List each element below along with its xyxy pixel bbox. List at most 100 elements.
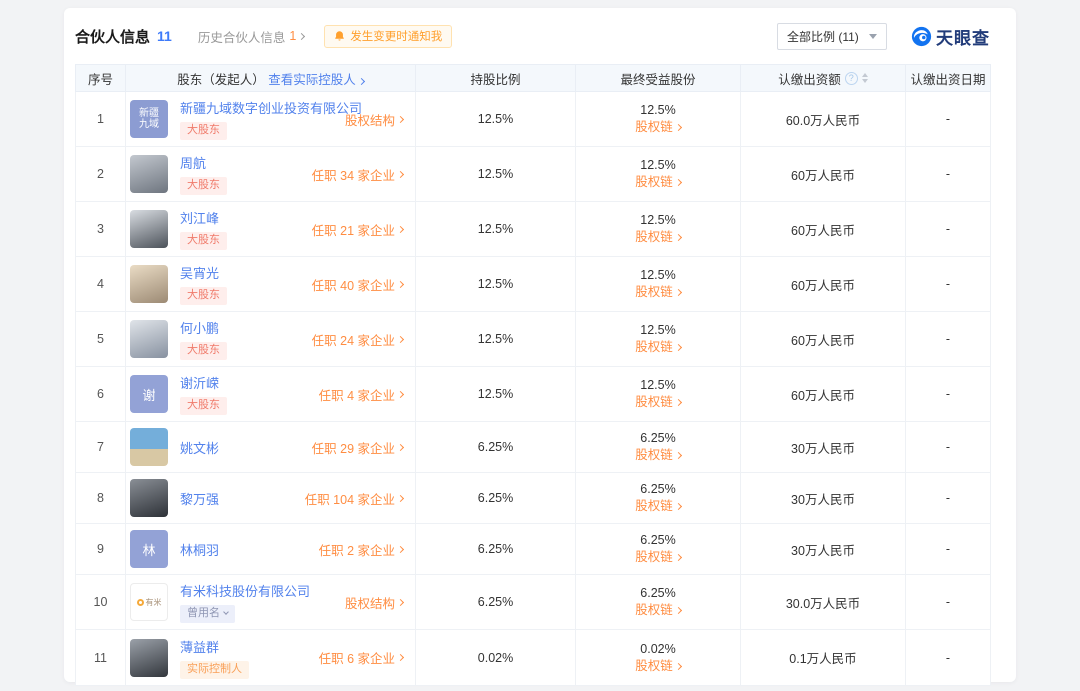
shareholder-name-link[interactable]: 吴宵光 bbox=[180, 263, 219, 282]
row-index: 6 bbox=[76, 367, 126, 422]
shareholder-name-link[interactable]: 刘江峰 bbox=[180, 208, 219, 227]
benefit-value: 6.25% bbox=[576, 585, 740, 602]
row-action-link[interactable]: 任职 29 家企业 bbox=[312, 438, 405, 457]
equity-chain-link[interactable]: 股权链 bbox=[635, 394, 681, 411]
table-row: 5 何小鹏 大股东 任职 24 家企业 12.5% 12.5% 股权链 60万人… bbox=[76, 312, 991, 367]
ratio-value: 6.25% bbox=[416, 575, 576, 630]
equity-chain-link[interactable]: 股权链 bbox=[635, 119, 681, 136]
avatar[interactable] bbox=[130, 155, 168, 193]
amount-value: 30万人民币 bbox=[741, 473, 906, 524]
row-index: 1 bbox=[76, 92, 126, 147]
shareholder-tag: 大股东 bbox=[180, 287, 227, 305]
amount-value: 30万人民币 bbox=[741, 422, 906, 473]
row-action-link[interactable]: 任职 104 家企业 bbox=[305, 489, 405, 508]
avatar[interactable] bbox=[130, 320, 168, 358]
row-action-link[interactable]: 股权结构 bbox=[345, 593, 405, 612]
row-action-link[interactable]: 任职 40 家企业 bbox=[312, 275, 405, 294]
table-row: 3 刘江峰 大股东 任职 21 家企业 12.5% 12.5% 股权链 60万人… bbox=[76, 202, 991, 257]
avatar[interactable]: 有米 bbox=[130, 583, 168, 621]
row-action-link[interactable]: 任职 6 家企业 bbox=[319, 648, 405, 667]
shareholder-name-link[interactable]: 何小鹏 bbox=[180, 318, 219, 337]
equity-chain-link[interactable]: 股权链 bbox=[635, 602, 681, 619]
equity-chain-link[interactable]: 股权链 bbox=[635, 498, 681, 515]
shareholder-header-label: 股东（发起人） bbox=[177, 73, 265, 87]
shareholder-name-link[interactable]: 谢沂嵘 bbox=[180, 373, 219, 392]
shareholder-name-link[interactable]: 林桐羽 bbox=[180, 540, 219, 559]
amount-value: 0.1万人民币 bbox=[741, 630, 906, 686]
amount-header-label: 认缴出资额 bbox=[778, 69, 841, 88]
avatar[interactable] bbox=[130, 265, 168, 303]
avatar[interactable] bbox=[130, 210, 168, 248]
row-action-link[interactable]: 任职 34 家企业 bbox=[312, 165, 405, 184]
row-index: 4 bbox=[76, 257, 126, 312]
row-index: 11 bbox=[76, 630, 126, 686]
date-value: - bbox=[906, 367, 991, 422]
row-action-link[interactable]: 任职 4 家企业 bbox=[319, 385, 405, 404]
shareholder-tag: 曾用名 bbox=[180, 605, 235, 623]
equity-chain-link[interactable]: 股权链 bbox=[635, 447, 681, 464]
equity-chain-link[interactable]: 股权链 bbox=[635, 174, 681, 191]
equity-chain-link[interactable]: 股权链 bbox=[635, 658, 681, 675]
notify-on-change-button[interactable]: 发生变更时通知我 bbox=[324, 25, 452, 48]
chevron-right-icon bbox=[397, 545, 404, 552]
row-index: 9 bbox=[76, 524, 126, 575]
ratio-value: 12.5% bbox=[416, 367, 576, 422]
ratio-value: 12.5% bbox=[416, 92, 576, 147]
avatar[interactable]: 林 bbox=[130, 530, 168, 568]
amount-value: 60万人民币 bbox=[741, 312, 906, 367]
partners-panel: 合伙人信息 11 历史合伙人信息 1 发生变更时通知我 全部比例 (11) 天眼… bbox=[64, 8, 1016, 682]
shareholder-name-link[interactable]: 有米科技股份有限公司 bbox=[180, 581, 310, 600]
benefit-cell: 12.5% 股权链 bbox=[576, 257, 741, 312]
benefit-cell: 12.5% 股权链 bbox=[576, 312, 741, 367]
table-row: 11 薄益群 实际控制人 任职 6 家企业 0.02% 0.02% 股权链 0.… bbox=[76, 630, 991, 686]
avatar[interactable] bbox=[130, 479, 168, 517]
benefit-cell: 6.25% 股权链 bbox=[576, 524, 741, 575]
equity-chain-link[interactable]: 股权链 bbox=[635, 339, 681, 356]
avatar[interactable] bbox=[130, 639, 168, 677]
shareholder-name-link[interactable]: 薄益群 bbox=[180, 637, 219, 656]
col-header-shareholder: 股东（发起人） 查看实际控股人 bbox=[126, 65, 416, 92]
chevron-right-icon bbox=[397, 443, 404, 450]
shareholder-name-link[interactable]: 姚文彬 bbox=[180, 438, 219, 457]
col-header-amount: 认缴出资额 ? bbox=[741, 65, 906, 92]
ratio-filter-dropdown[interactable]: 全部比例 (11) bbox=[777, 23, 887, 50]
avatar[interactable] bbox=[130, 428, 168, 466]
chevron-right-icon bbox=[397, 335, 404, 342]
row-action-link[interactable]: 任职 21 家企业 bbox=[312, 220, 405, 239]
equity-chain-link[interactable]: 股权链 bbox=[635, 284, 681, 301]
benefit-value: 12.5% bbox=[576, 212, 740, 229]
sort-control[interactable] bbox=[862, 73, 868, 83]
youmi-logo-icon bbox=[137, 599, 144, 606]
shareholder-name-link[interactable]: 黎万强 bbox=[180, 489, 219, 508]
benefit-value: 12.5% bbox=[576, 322, 740, 339]
row-action-link[interactable]: 任职 2 家企业 bbox=[319, 540, 405, 559]
col-header-date: 认缴出资日期 bbox=[906, 65, 991, 92]
chevron-right-icon bbox=[675, 179, 682, 186]
benefit-value: 6.25% bbox=[576, 430, 740, 447]
date-value: - bbox=[906, 630, 991, 686]
shareholder-name-link[interactable]: 周航 bbox=[180, 153, 206, 172]
amount-value: 60.0万人民币 bbox=[741, 92, 906, 147]
row-action-link[interactable]: 任职 24 家企业 bbox=[312, 330, 405, 349]
history-partners-link[interactable]: 历史合伙人信息 1 bbox=[198, 27, 304, 46]
shareholder-name-link[interactable]: 新疆九域数字创业投资有限公司 bbox=[180, 98, 362, 117]
view-actual-controller-link[interactable]: 查看实际控股人 bbox=[268, 73, 364, 87]
benefit-cell: 6.25% 股权链 bbox=[576, 473, 741, 524]
ratio-value: 12.5% bbox=[416, 257, 576, 312]
row-index: 5 bbox=[76, 312, 126, 367]
equity-chain-link[interactable]: 股权链 bbox=[635, 549, 681, 566]
avatar[interactable]: 新疆 九域 bbox=[130, 100, 168, 138]
row-action-link[interactable]: 股权结构 bbox=[345, 110, 405, 129]
equity-chain-link[interactable]: 股权链 bbox=[635, 229, 681, 246]
chevron-right-icon bbox=[675, 124, 682, 131]
table-row: 4 吴宵光 大股东 任职 40 家企业 12.5% 12.5% 股权链 60万人… bbox=[76, 257, 991, 312]
date-value: - bbox=[906, 92, 991, 147]
avatar[interactable]: 谢 bbox=[130, 375, 168, 413]
chevron-right-icon bbox=[397, 598, 404, 605]
amount-value: 30.0万人民币 bbox=[741, 575, 906, 630]
date-value: - bbox=[906, 422, 991, 473]
panel-title: 合伙人信息 bbox=[75, 26, 150, 47]
benefit-value: 6.25% bbox=[576, 481, 740, 498]
date-value: - bbox=[906, 524, 991, 575]
help-icon[interactable]: ? bbox=[845, 72, 858, 85]
